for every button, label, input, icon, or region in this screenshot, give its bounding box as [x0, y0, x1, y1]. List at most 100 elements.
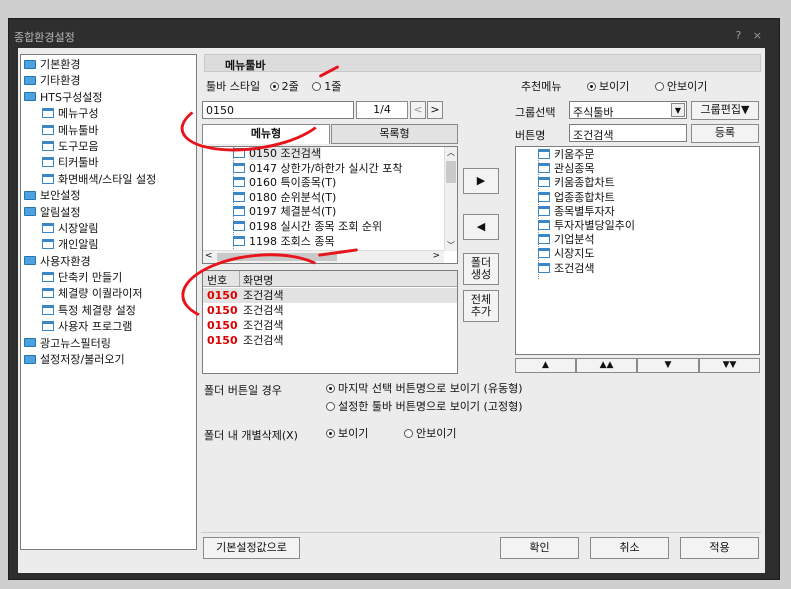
toolbar-item[interactable]: 키움종합차트: [538, 176, 635, 190]
tree-item[interactable]: HTS구성설정: [24, 90, 156, 106]
toolbar-item-label: 기업분석: [554, 233, 595, 247]
folder-icon: [24, 338, 36, 348]
tree-item-label: 화면배색/스타일 설정: [58, 172, 157, 186]
add-all-button[interactable]: 전체 추가: [463, 290, 499, 322]
folder-option-dynamic[interactable]: 마지막 선택 버튼명으로 보이기 (유동형): [326, 380, 523, 396]
toolbar-item-label: 종목별투자자: [554, 204, 615, 218]
menu-list-item[interactable]: 1198 조회스 종목: [233, 235, 403, 250]
header-divider: [239, 271, 240, 287]
style-option-2line[interactable]: 2줄: [269, 80, 299, 93]
cancel-button[interactable]: 취소: [590, 537, 669, 559]
result-row[interactable]: 0150 조건검색: [203, 288, 457, 303]
tree-item[interactable]: 체결량 이퀄라이저: [24, 286, 156, 302]
tree-item[interactable]: 보안설정: [24, 188, 156, 204]
toolbar-item[interactable]: 조건검색: [538, 262, 635, 276]
menu-list-item[interactable]: 0150 조건검색: [233, 147, 403, 162]
move-down-button[interactable]: ▼: [637, 358, 699, 373]
tree-item[interactable]: 개인알림: [24, 237, 156, 253]
tree-item[interactable]: 광고뉴스필터링: [24, 336, 156, 352]
next-page-button[interactable]: >: [427, 101, 443, 119]
prev-page-button[interactable]: <: [410, 101, 426, 119]
tree-item[interactable]: 도구모음: [24, 139, 156, 155]
tree-item[interactable]: 알림설정: [24, 205, 156, 221]
tree-item[interactable]: 시장알림: [24, 221, 156, 237]
scroll-right-icon[interactable]: >: [432, 251, 440, 261]
reset-defaults-button[interactable]: 기본설정값으로: [203, 537, 300, 559]
folder-icon: [24, 75, 36, 85]
menu-list-item[interactable]: 0147 상한가/하한가 실시간 포착: [233, 162, 403, 177]
menu-list-item[interactable]: 0180 순위분석(T): [233, 191, 403, 206]
tree-item-label: 체결량 이퀄라이저: [58, 287, 143, 301]
toolbar-item[interactable]: 기업분석: [538, 233, 635, 247]
scroll-down-icon[interactable]: ﹀: [445, 240, 457, 251]
result-row[interactable]: 0150 조건검색: [203, 333, 457, 348]
toolbar-item[interactable]: 업종종합차트: [538, 191, 635, 205]
result-row[interactable]: 0150 조건검색: [203, 318, 457, 333]
move-up-button[interactable]: ▲: [515, 358, 576, 373]
menu-items: 0150 조건검색 0147 상한가/하한가 실시간 포착 0160 특이종목(T)…: [233, 147, 403, 249]
toolbar-item[interactable]: 투자자별당일추이: [538, 219, 635, 233]
tree-item[interactable]: 화면배색/스타일 설정: [24, 172, 156, 188]
page-indicator: 1/4: [356, 101, 408, 119]
scroll-thumb[interactable]: [446, 161, 456, 183]
tree-item[interactable]: 메뉴구성: [24, 106, 156, 122]
window-icon: [538, 262, 550, 273]
menu-list-item[interactable]: 0160 특이종목(T): [233, 176, 403, 191]
scroll-up-icon[interactable]: ︿: [445, 147, 457, 158]
recommend-hide[interactable]: 안보이기: [654, 80, 707, 93]
tree-item[interactable]: 사용자 프로그램: [24, 319, 156, 335]
recommend-show[interactable]: 보이기: [586, 80, 629, 93]
menu-vertical-scrollbar[interactable]: ︿ ﹀: [444, 147, 457, 251]
button-name-input[interactable]: 조건검색: [569, 124, 687, 142]
chevron-down-icon[interactable]: ▼: [671, 103, 685, 117]
tree-item-label: 알림설정: [40, 205, 81, 219]
footer-divider: [201, 532, 761, 533]
add-item-button[interactable]: ▶: [463, 168, 499, 194]
tree-item[interactable]: 특정 체결량 설정: [24, 303, 156, 319]
toolbar-item[interactable]: 시장지도: [538, 247, 635, 261]
scroll-left-icon[interactable]: <: [205, 251, 213, 261]
tree-item-label: 기타환경: [40, 74, 81, 88]
style-option-1line[interactable]: 1줄: [312, 80, 341, 93]
tab-list-type[interactable]: 목록형: [331, 124, 458, 144]
tree-item[interactable]: 메뉴툴바: [24, 123, 156, 139]
window-icon: [538, 248, 550, 259]
tree-item-label: 특정 체결량 설정: [58, 303, 136, 317]
tree-item[interactable]: 사용자환경: [24, 254, 156, 270]
tree-item[interactable]: 기본환경: [24, 57, 156, 73]
toolbar-item[interactable]: 관심종목: [538, 162, 635, 176]
register-button[interactable]: 등록: [691, 124, 759, 143]
menu-search-input[interactable]: 0150: [202, 101, 354, 119]
title-bar[interactable]: 종합환경설정 ? ×: [12, 27, 770, 47]
group-select-dropdown[interactable]: 주식툴바 ▼: [569, 101, 687, 119]
tree-item[interactable]: 기타환경: [24, 73, 156, 89]
move-top-button[interactable]: ▲▲: [576, 358, 637, 373]
menu-horizontal-scrollbar[interactable]: < >: [203, 250, 444, 263]
tree-item[interactable]: 단축키 만들기: [24, 270, 156, 286]
toolbar-item[interactable]: 키움주문: [538, 148, 635, 162]
window-icon: [233, 235, 245, 246]
folder-icon: [24, 92, 36, 102]
result-name: 조건검색: [243, 304, 284, 317]
folder-option-fixed[interactable]: 설정한 툴바 버튼명으로 보이기 (고정형): [326, 398, 523, 414]
group-edit-button[interactable]: 그룹편집▼: [691, 101, 759, 120]
window-controls[interactable]: ? ×: [735, 29, 766, 42]
tree-item[interactable]: 티커툴바: [24, 155, 156, 171]
tab-menu-type[interactable]: 메뉴형: [202, 124, 330, 144]
folder-icon: [24, 207, 36, 217]
remove-item-button[interactable]: ◀: [463, 214, 499, 240]
tree-item[interactable]: 설정저장/불러오기: [24, 352, 156, 368]
window-icon: [42, 321, 54, 332]
ok-button[interactable]: 확인: [500, 537, 579, 559]
menu-list-item[interactable]: 0197 체결분석(T): [233, 205, 403, 220]
create-folder-button[interactable]: 폴더 생성: [463, 253, 499, 285]
tree-item-label: 보안설정: [40, 189, 81, 203]
toolbar-item[interactable]: 종목별투자자: [538, 205, 635, 219]
move-bottom-button[interactable]: ▼▼: [699, 358, 760, 373]
apply-button[interactable]: 적용: [680, 537, 759, 559]
result-row[interactable]: 0150 조건검색: [203, 303, 457, 318]
folder-delete-hide[interactable]: 안보이기: [404, 425, 456, 441]
menu-list-item[interactable]: 0198 실시간 종목 조회 순위: [233, 220, 403, 235]
folder-delete-show[interactable]: 보이기: [326, 425, 368, 441]
hscroll-thumb[interactable]: [217, 253, 337, 261]
